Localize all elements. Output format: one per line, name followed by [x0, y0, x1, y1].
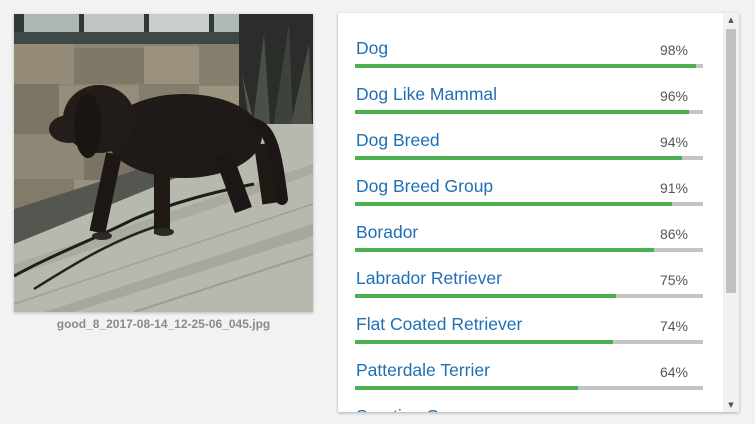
labels-panel: Dog 98% Dog Like Mammal 96% Dog Breed 94% Dog …: [338, 13, 739, 412]
label-score: 98%: [659, 42, 688, 58]
label-row[interactable]: Labrador Retriever 75%: [355, 243, 703, 298]
label-name: Patterdale Terrier: [356, 360, 490, 380]
label-name: Sporting Group: [356, 406, 475, 412]
vertical-scrollbar[interactable]: ▲ ▼: [723, 13, 739, 412]
label-score: 86%: [659, 226, 688, 242]
label-score: 96%: [659, 88, 688, 104]
label-row[interactable]: Sporting Group: [355, 381, 703, 412]
label-score: 74%: [659, 318, 688, 334]
scroll-down-arrow-icon[interactable]: ▼: [723, 398, 739, 412]
labels-list[interactable]: Dog 98% Dog Like Mammal 96% Dog Breed 94% Dog …: [338, 13, 723, 412]
label-row[interactable]: Dog 98%: [355, 13, 703, 68]
label-score: 91%: [659, 180, 688, 196]
scroll-thumb[interactable]: [726, 29, 736, 293]
scroll-up-arrow-icon[interactable]: ▲: [723, 13, 739, 27]
label-row[interactable]: Patterdale Terrier 64%: [355, 335, 703, 390]
label-row[interactable]: Dog Breed Group 91%: [355, 151, 703, 206]
vision-labels-view: good_8_2017-08-14_12-25-06_045.jpg Dog 98…: [0, 0, 755, 424]
label-row[interactable]: Flat Coated Retriever 74%: [355, 289, 703, 344]
image-filename: good_8_2017-08-14_12-25-06_045.jpg: [56, 317, 271, 331]
dog-photo: [14, 14, 313, 312]
label-name: Flat Coated Retriever: [356, 314, 523, 334]
label-name: Dog Breed: [356, 130, 440, 150]
label-score: 64%: [659, 364, 688, 380]
label-score: 94%: [659, 134, 688, 150]
label-name: Dog Breed Group: [356, 176, 494, 196]
label-row[interactable]: Borador 86%: [355, 197, 703, 252]
label-name: Dog: [356, 38, 389, 58]
label-name: Labrador Retriever: [356, 268, 502, 288]
label-name: Borador: [356, 222, 419, 242]
label-row[interactable]: Dog Like Mammal 96%: [355, 59, 703, 114]
label-score: 75%: [659, 272, 688, 288]
label-name: Dog Like Mammal: [356, 84, 498, 104]
label-row[interactable]: Dog Breed 94%: [355, 105, 703, 160]
analyzed-photo[interactable]: [14, 14, 313, 312]
